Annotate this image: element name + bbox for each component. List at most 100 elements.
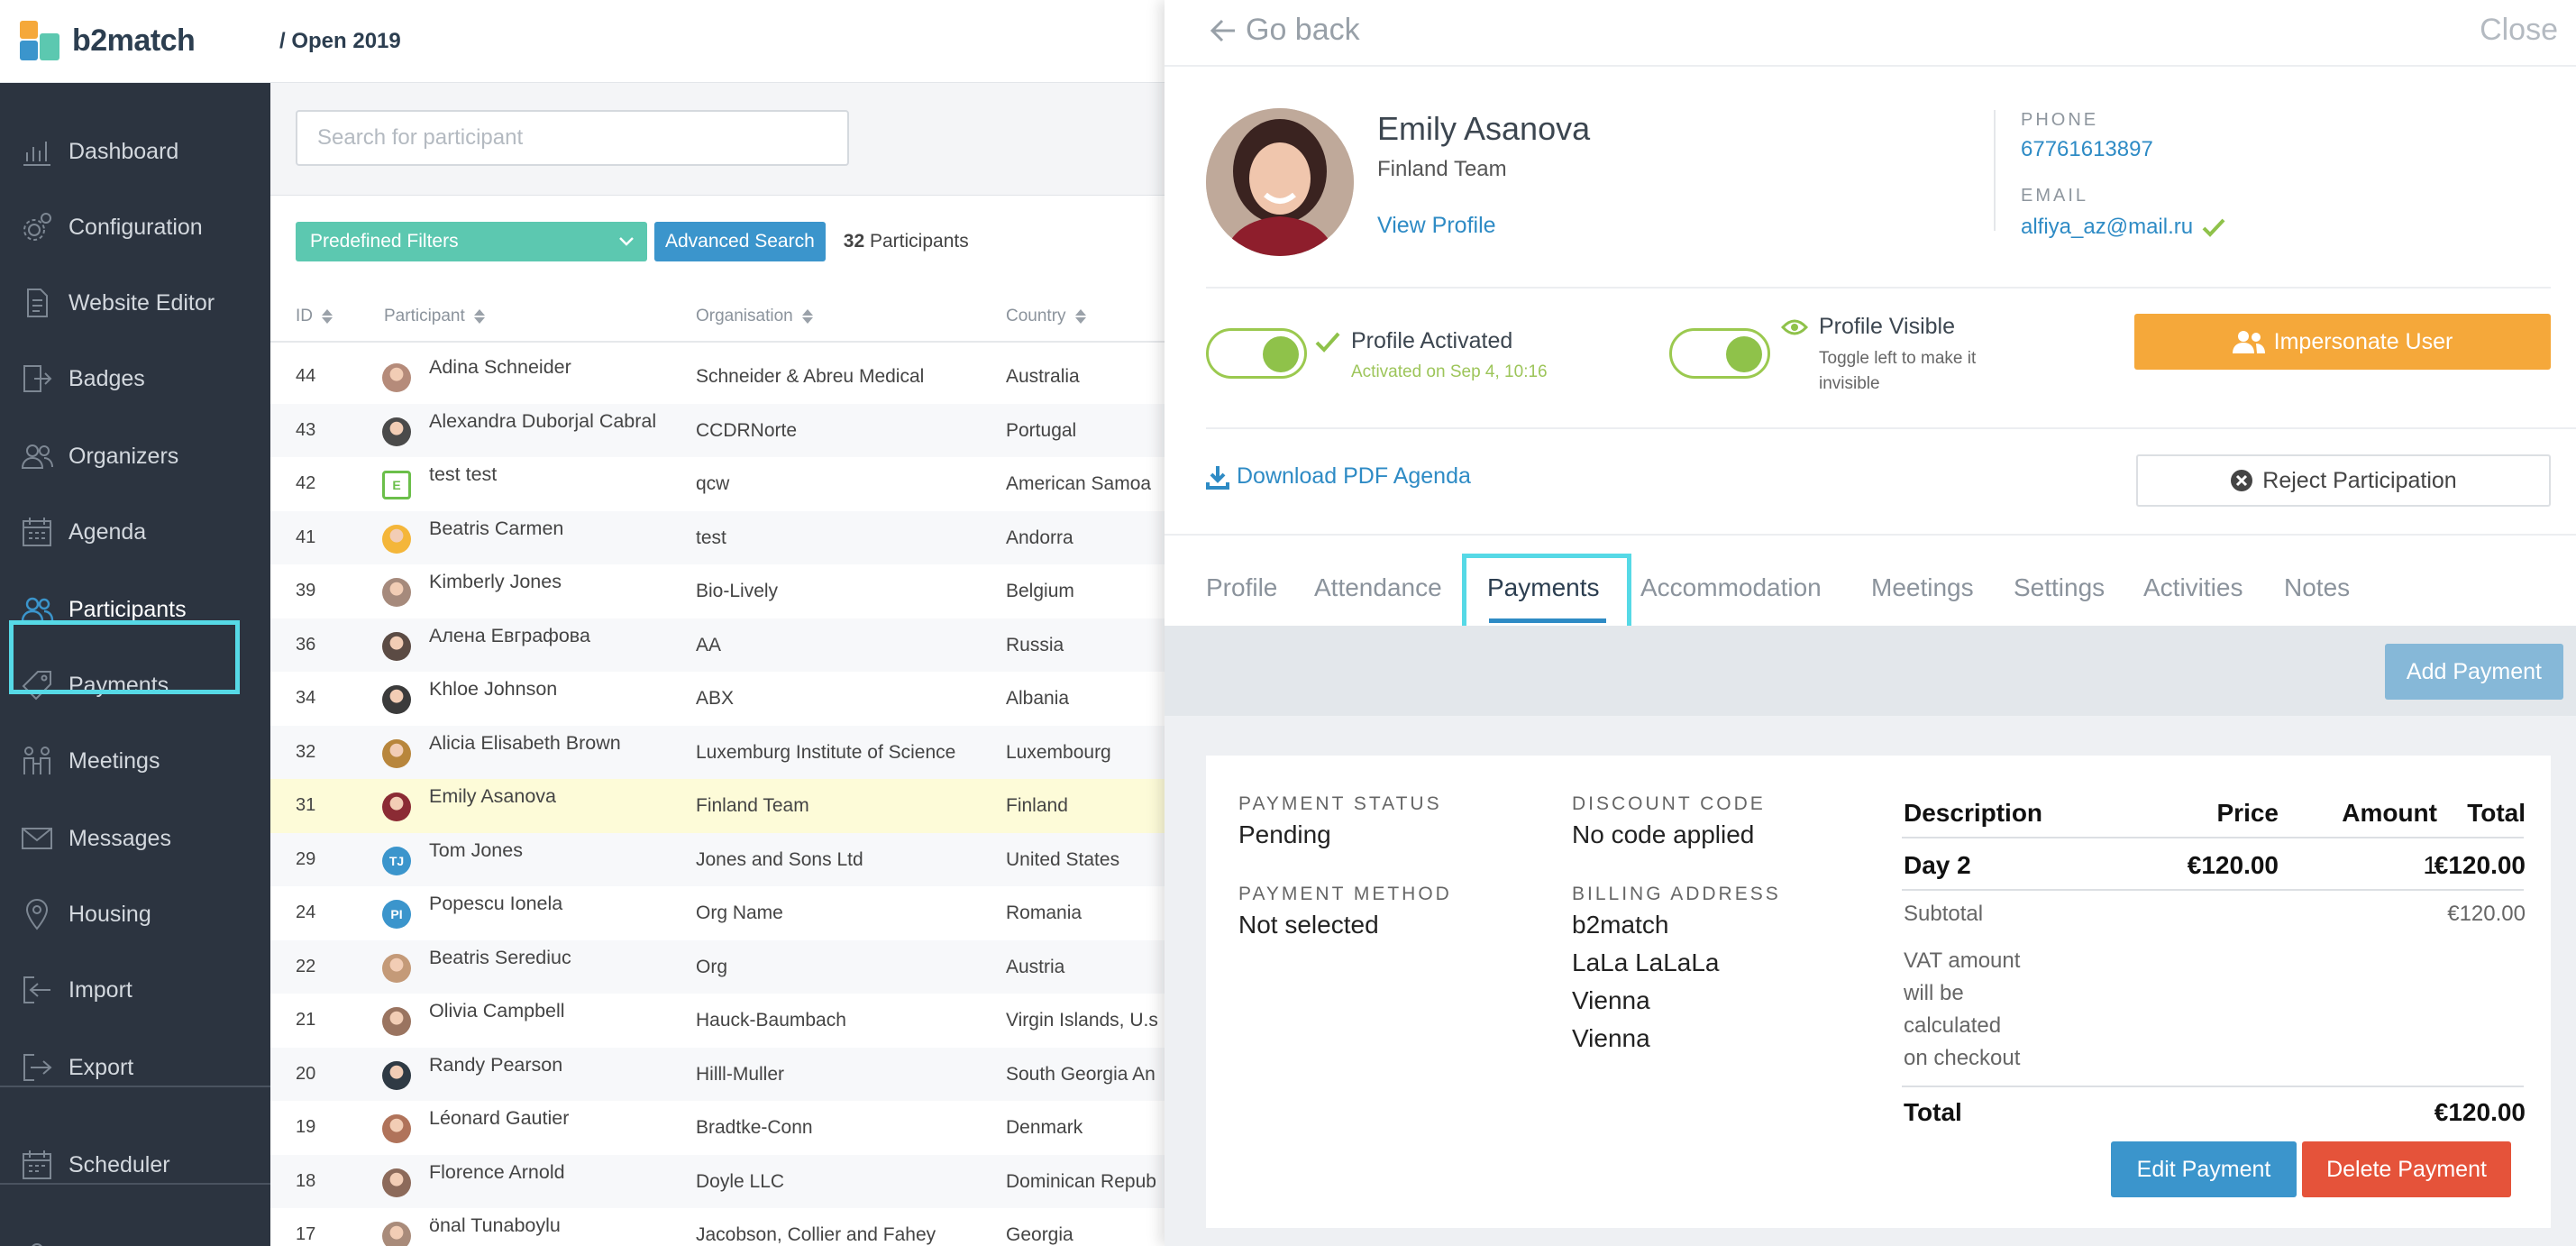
edit-payment-button[interactable]: Edit Payment (2111, 1141, 2297, 1197)
sidebar-item-hq[interactable]: HQ (0, 1221, 270, 1246)
table-row[interactable]: 24 PI Popescu Ionela Org Name Romania (270, 886, 1165, 940)
table-divider (1902, 889, 2524, 891)
avatar (382, 578, 411, 607)
app-logo[interactable]: b2match (0, 0, 270, 83)
sidebar-item-badges[interactable]: Badges (0, 343, 270, 415)
cell-participant-name[interactable]: Beatris Serediuc (429, 931, 690, 985)
cell-participant-name[interactable]: Kimberly Jones (429, 555, 690, 609)
tab-settings[interactable]: Settings (2014, 573, 2105, 602)
impersonate-user-button[interactable]: Impersonate User (2134, 314, 2551, 370)
view-profile-link[interactable]: View Profile (1377, 213, 1496, 239)
tab-accommodation[interactable]: Accommodation (1640, 573, 1822, 602)
cell-id: 29 (296, 848, 316, 869)
tab-attendance[interactable]: Attendance (1314, 573, 1442, 602)
table-row[interactable]: 32 Alicia Elisabeth Brown Luxemburg Instit… (270, 725, 1165, 779)
column-header-participant[interactable]: Participant (384, 307, 485, 326)
cell-participant-name[interactable]: Alicia Elisabeth Brown (429, 717, 690, 771)
sidebar-item-configuration[interactable]: Configuration (0, 191, 270, 263)
advanced-search-button[interactable]: Advanced Search (654, 222, 826, 261)
column-header-organisation[interactable]: Organisation (696, 307, 813, 326)
tab-profile[interactable]: Profile (1206, 573, 1277, 602)
delete-payment-button[interactable]: Delete Payment (2302, 1141, 2511, 1197)
cell-participant-name[interactable]: test test (429, 448, 690, 502)
table-row[interactable]: 19 Léonard Gautier Bradtke-Conn Denmark (270, 1101, 1165, 1155)
table-row[interactable]: 21 Olivia Campbell Hauck-Baumbach Virgin Is… (270, 994, 1165, 1048)
cell-country: South Georgia An (1006, 1063, 1156, 1085)
cell-participant-name[interactable]: Alexandra Duborjal Cabral (429, 395, 690, 449)
sidebar-item-messages[interactable]: Messages (0, 802, 270, 875)
cell-organisation: Hauck-Baumbach (696, 1010, 846, 1031)
table-header: ID Participant Organisation Country (270, 292, 1165, 343)
cell-id: 34 (296, 688, 316, 708)
cell-participant-name[interactable]: Popescu Ionela (429, 877, 690, 931)
cell-participant-name[interactable]: Алена Евграфова (429, 609, 690, 664)
cell-organisation: Luxemburg Institute of Science (696, 741, 956, 763)
table-row[interactable]: 39 Kimberly Jones Bio-Lively Belgium (270, 564, 1165, 618)
cell-participant-name[interactable]: Emily Asanova (429, 770, 690, 824)
meetings-icon (23, 747, 50, 774)
column-header-id[interactable]: ID (296, 307, 333, 326)
sidebar-item-agenda[interactable]: Agenda (0, 496, 270, 568)
search-input[interactable] (296, 110, 849, 166)
cell-country: Portugal (1006, 419, 1077, 441)
cell-participant-name[interactable]: Beatris Carmen (429, 502, 690, 556)
profile-activated-label: Profile Activated (1351, 328, 1513, 353)
table-row[interactable]: 43 Alexandra Duborjal Cabral CCDRNorte Port… (270, 403, 1165, 457)
add-payment-button[interactable]: Add Payment (2384, 644, 2563, 700)
table-row[interactable]: 18 Florence Arnold Doyle LLC Dominican Repu… (270, 1154, 1165, 1208)
column-header-label: Country (1006, 307, 1066, 325)
breadcrumb[interactable]: / Open 2019 (279, 29, 401, 54)
sidebar-item-meetings[interactable]: Meetings (0, 725, 270, 797)
profile-visible-toggle[interactable] (1669, 328, 1770, 379)
sidebar-item-housing[interactable]: Housing (0, 878, 270, 950)
cell-participant-name[interactable]: Léonard Gautier (429, 1092, 690, 1146)
organizers-icon (21, 444, 53, 469)
cell-participant-name[interactable]: Khloe Johnson (429, 663, 690, 717)
tab-activities[interactable]: Activities (2143, 573, 2243, 602)
sidebar-item-scheduler[interactable]: Scheduler (0, 1129, 270, 1201)
tab-notes[interactable]: Notes (2284, 573, 2350, 602)
cell-id: 24 (296, 902, 316, 922)
reject-participation-button[interactable]: Reject Participation (2136, 454, 2551, 507)
cell-participant-name[interactable]: Adina Schneider (429, 341, 690, 395)
table-row[interactable]: 31 Emily Asanova Finland Team Finland (270, 779, 1165, 833)
close-button[interactable]: Close (2480, 13, 2558, 48)
email-link[interactable]: alfiya_az@mail.ru (2021, 215, 2193, 240)
import-icon (23, 976, 50, 1003)
cell-participant-name[interactable]: önal Tunaboylu (429, 1199, 690, 1246)
billing-address-line: Vienna (1572, 986, 1650, 1014)
predefined-filters-label: Predefined Filters (310, 231, 459, 252)
tab-meetings[interactable]: Meetings (1871, 573, 1974, 602)
sidebar-divider (0, 1183, 270, 1185)
cell-id: 44 (296, 366, 316, 386)
table-row[interactable]: 17 önal Tunaboylu Jacobson, Collier and Fa… (270, 1208, 1165, 1246)
sidebar-item-website-editor[interactable]: Website Editor (0, 267, 270, 339)
sidebar-item-dashboard[interactable]: Dashboard (0, 115, 270, 188)
table-row[interactable]: 44 Adina Schneider Schneider & Abreu Medic… (270, 350, 1165, 404)
table-row[interactable]: 20 Randy Pearson Hilll-Muller South Georgia… (270, 1047, 1165, 1101)
total-label: Total (1904, 1098, 1962, 1126)
sidebar-item-organizers[interactable]: Organizers (0, 420, 270, 492)
table-row[interactable]: 34 Khloe Johnson ABX Albania (270, 672, 1165, 726)
cell-participant-name[interactable]: Randy Pearson (429, 1039, 690, 1093)
table-row[interactable]: 22 Beatris Serediuc Org Austria (270, 939, 1165, 994)
table-row[interactable]: 42 Etest test qcw American Samoa (270, 457, 1165, 511)
avatar (382, 792, 411, 821)
download-pdf-agenda-link[interactable]: Download PDF Agenda (1206, 463, 1471, 490)
profile-activated-toggle[interactable] (1206, 328, 1307, 379)
column-header-country[interactable]: Country (1006, 307, 1086, 326)
sidebar-item-export[interactable]: Export (0, 1031, 270, 1104)
cell-participant-name[interactable]: Tom Jones (429, 824, 690, 878)
phone-label: PHONE (2021, 110, 2099, 130)
table-row[interactable]: 29 TJ Tom Jones Jones and Sons Ltd United St… (270, 832, 1165, 886)
phone-link[interactable]: 67761613897 (2021, 137, 2153, 162)
go-back-button[interactable]: Go back (1210, 13, 1360, 48)
cell-participant-name[interactable]: Florence Arnold (429, 1146, 690, 1200)
cell-country: Luxembourg (1006, 741, 1111, 763)
export-icon (23, 1054, 52, 1081)
table-row[interactable]: 36 Алена Евграфова AA Russia (270, 618, 1165, 672)
cell-participant-name[interactable]: Olivia Campbell (429, 985, 690, 1039)
predefined-filters-dropdown[interactable]: Predefined Filters (296, 222, 647, 261)
sidebar-item-import[interactable]: Import (0, 954, 270, 1026)
table-row[interactable]: 41 Beatris Carmen test Andorra (270, 510, 1165, 564)
